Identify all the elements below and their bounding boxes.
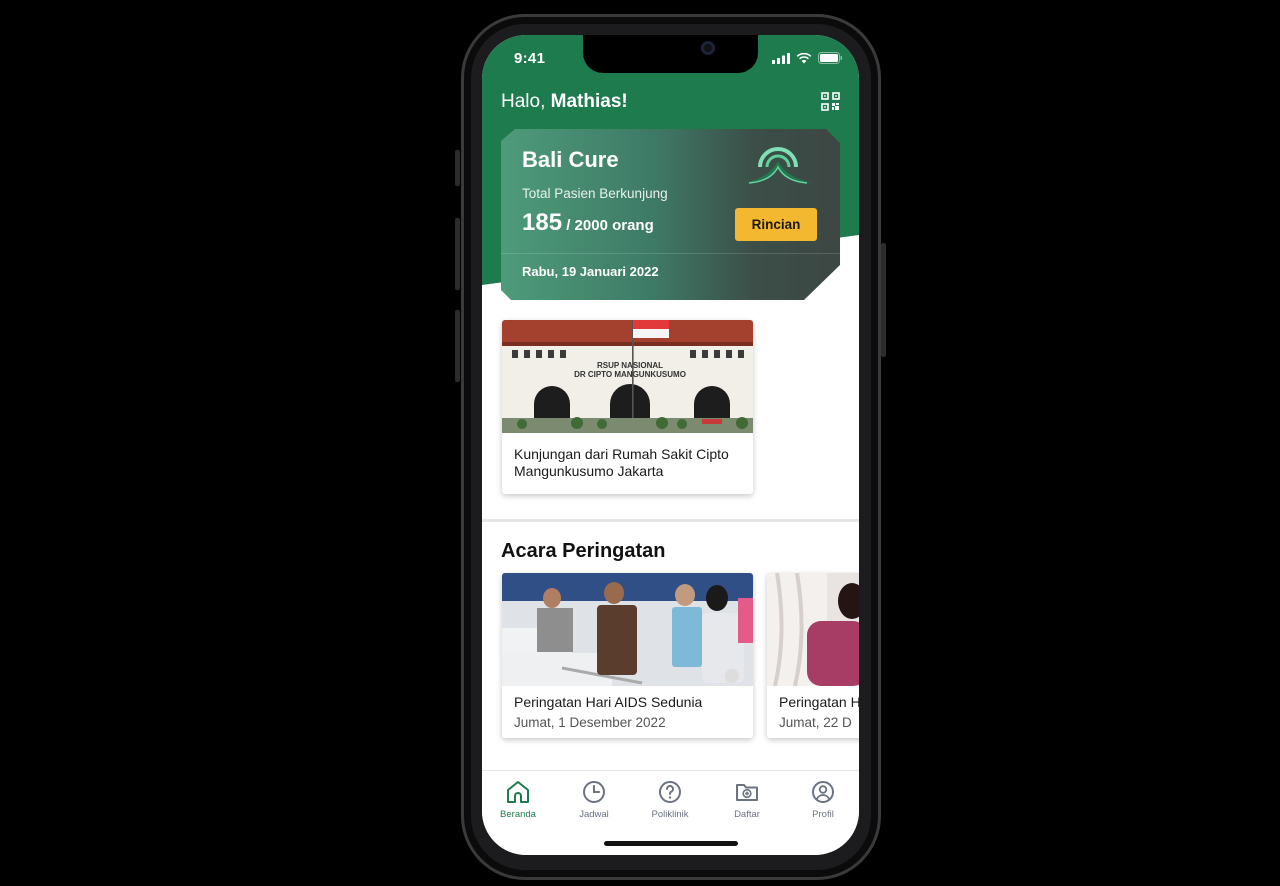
user-circle-icon	[812, 781, 834, 803]
event-image-mother	[767, 573, 859, 686]
tab-profil[interactable]: Profil	[793, 779, 853, 823]
tab-label: Daftar	[734, 809, 760, 820]
event-date: Jumat, 22 D	[779, 715, 852, 730]
building-sign-line2: DR CIPTO MANGUNKUSUMO	[574, 370, 686, 379]
home-icon	[507, 781, 529, 803]
tab-label: Poliklinik	[651, 809, 689, 820]
tab-jadwal[interactable]: Jadwal	[564, 779, 624, 823]
news-title: Kunjungan dari Rumah Sakit Cipto Mangunk…	[514, 446, 729, 479]
event-card-second[interactable]: Peringatan H Jumat, 22 D	[767, 573, 859, 738]
notch	[583, 35, 758, 73]
qr-code-icon[interactable]	[821, 92, 840, 111]
power-button	[881, 243, 886, 357]
events-section-title: Acara Peringatan	[501, 540, 666, 562]
status-icons	[772, 52, 843, 64]
greeting-prefix: Halo,	[501, 91, 551, 112]
status-time: 9:41	[514, 50, 546, 67]
event-image-hospital-visit	[502, 573, 753, 686]
visit-count: 185 / 2000 orang	[522, 209, 654, 237]
event-card-aids-day[interactable]: Peringatan Hari AIDS Sedunia Jumat, 1 De…	[502, 573, 753, 738]
tab-poliklinik[interactable]: Poliklinik	[640, 779, 700, 823]
battery-icon	[818, 52, 842, 64]
building-sign-line1: RSUP NASIONAL	[597, 361, 663, 370]
help-circle-icon	[659, 781, 681, 803]
tab-label: Beranda	[500, 809, 536, 820]
hospital-building-image: RSUP NASIONAL DR CIPTO MANGUNKUSUMO	[502, 320, 753, 433]
details-button[interactable]: Rincian	[735, 208, 817, 241]
folder-plus-icon	[736, 784, 758, 801]
hospital-logo-icon	[741, 147, 815, 184]
volume-up-button	[455, 218, 460, 290]
section-separator	[482, 519, 859, 522]
news-card[interactable]: RSUP NASIONAL DR CIPTO MANGUNKUSUMO Kunj…	[502, 320, 753, 494]
visit-count-total: / 2000 orang	[562, 217, 654, 234]
event-date: Jumat, 1 Desember 2022	[514, 715, 666, 730]
user-name: Mathias!	[550, 91, 628, 112]
event-title: Peringatan Hari AIDS Sedunia	[514, 694, 703, 710]
hospital-name: Bali Cure	[522, 147, 619, 172]
signal-icon	[772, 52, 790, 64]
hospital-summary-card: Bali Cure Total Pasien Berkunjung 185 / …	[501, 129, 840, 300]
visit-label: Total Pasien Berkunjung	[522, 186, 668, 201]
summary-date: Rabu, 19 Januari 2022	[522, 264, 659, 279]
volume-down-button	[455, 310, 460, 382]
tab-beranda[interactable]: Beranda	[488, 779, 548, 823]
tab-label: Profil	[812, 809, 834, 820]
event-title: Peringatan H	[779, 694, 859, 710]
tab-daftar[interactable]: Daftar	[717, 779, 777, 823]
wifi-icon	[796, 52, 812, 63]
visit-count-value: 185	[522, 209, 563, 236]
home-indicator[interactable]	[604, 841, 738, 846]
tab-label: Jadwal	[579, 809, 609, 820]
greeting: Halo, Mathias!	[501, 91, 628, 113]
mute-switch	[455, 150, 460, 186]
card-divider	[501, 253, 840, 254]
app-screen: 9:41 Halo, Mathias! Bali Cure Total Pasi…	[482, 35, 859, 855]
clock-icon	[583, 781, 605, 803]
front-camera	[701, 41, 715, 55]
